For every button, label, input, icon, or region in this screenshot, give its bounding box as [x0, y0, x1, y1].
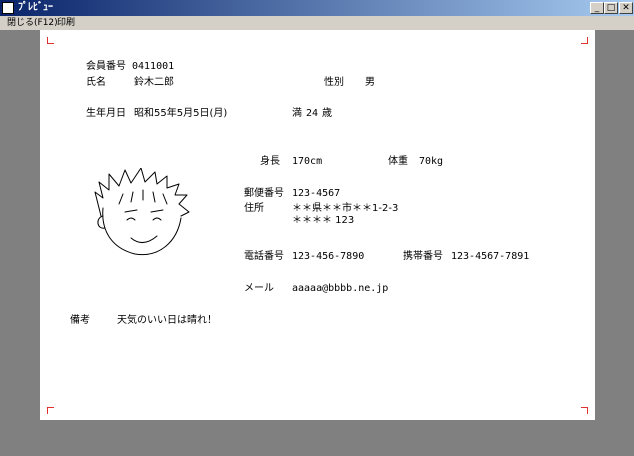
- mail-value: aaaaa@bbbb.ne.jp: [292, 283, 389, 294]
- face-outline: [102, 207, 182, 256]
- mobile-value: 123-4567-7891: [451, 251, 530, 262]
- birth-value: 昭和55年5月5日(月): [134, 108, 228, 119]
- note-label: 備考: [70, 315, 90, 326]
- mail-label: メール: [244, 283, 274, 294]
- crop-mark-bottom-left: [47, 407, 54, 414]
- menu-close[interactable]: 閉じる(F12): [7, 16, 58, 30]
- title-bar: ﾌﾟﾚﾋﾞｭｰ _ □ ✕: [0, 0, 634, 16]
- address-line-2: ＊＊＊＊ 123: [292, 215, 355, 226]
- left-brow: [124, 209, 138, 213]
- member-no-value: 0411001: [132, 61, 175, 72]
- gender-label: 性別: [324, 77, 344, 88]
- window-title: ﾌﾟﾚﾋﾞｭｰ: [18, 2, 53, 13]
- crop-mark-top-right: [581, 37, 588, 44]
- weight-label: 体重: [388, 156, 408, 167]
- crop-mark-bottom-right: [581, 407, 588, 414]
- address-line-1: ＊＊県＊＊市＊＊1-2-3: [292, 203, 399, 214]
- hair-outline: [94, 168, 190, 217]
- right-eye: [152, 217, 162, 221]
- phone-value: 123-456-7890: [292, 251, 365, 262]
- address-label: 住所: [244, 203, 264, 214]
- crop-mark-top-left: [47, 37, 54, 44]
- name-value: 鈴木二郎: [134, 77, 174, 88]
- age-value: 24: [306, 108, 319, 119]
- height-value: 170cm: [292, 156, 323, 167]
- app-icon: [2, 2, 14, 14]
- left-eye: [126, 217, 136, 221]
- maximize-button[interactable]: □: [604, 2, 618, 14]
- phone-label: 電話番号: [244, 251, 284, 262]
- menu-print[interactable]: 印刷: [57, 16, 75, 30]
- postal-value: 123-4567: [292, 188, 341, 199]
- close-window-button[interactable]: ✕: [619, 2, 633, 14]
- menu-bar: 閉じる(F12) 印刷: [0, 16, 634, 30]
- age-unit: 歳: [322, 108, 332, 119]
- member-no-label: 会員番号: [86, 61, 126, 72]
- name-label: 氏名: [86, 77, 106, 88]
- mobile-label: 携帯番号: [403, 251, 443, 262]
- gender-value: 男: [365, 77, 375, 88]
- fringe-lines: [118, 189, 168, 205]
- mouth: [130, 235, 158, 243]
- postal-label: 郵便番号: [244, 188, 284, 199]
- note-value: 天気のいい日は晴れ！: [117, 315, 217, 326]
- portrait-drawing: [94, 168, 190, 256]
- minimize-button[interactable]: _: [590, 2, 604, 14]
- weight-value: 70kg: [419, 156, 444, 167]
- birth-label: 生年月日: [86, 108, 126, 119]
- height-label: 身長: [260, 156, 280, 167]
- right-brow: [150, 209, 164, 213]
- preview-page: 会員番号 0411001 氏名 鈴木二郎 性別 男 生年月日 昭和55年5月5日…: [40, 30, 595, 420]
- age-prefix: 満: [292, 108, 302, 119]
